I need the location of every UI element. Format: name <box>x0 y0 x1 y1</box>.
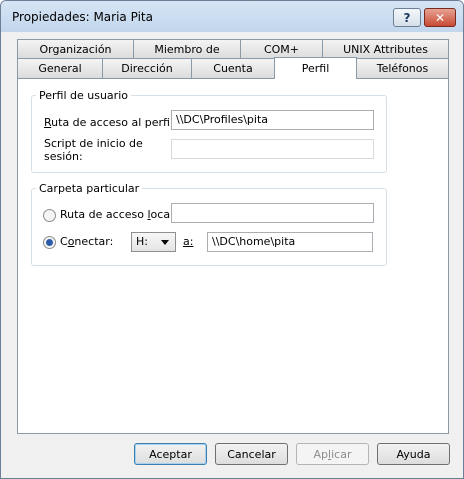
help-title-button[interactable]: ? <box>393 8 421 27</box>
profile-path-label: Ruta de acceso al perfil: <box>44 116 177 129</box>
tab-label: General <box>38 62 82 75</box>
logon-script-input[interactable] <box>171 139 374 159</box>
connect-radio[interactable] <box>43 236 56 249</box>
question-icon: ? <box>403 10 411 25</box>
tab-cuenta[interactable]: Cuenta <box>191 58 275 78</box>
close-icon: ✕ <box>434 10 446 25</box>
home-folder-group-legend: Carpeta particular <box>39 182 140 195</box>
profile-group-legend: Perfil de usuario <box>39 89 128 102</box>
title-bar[interactable]: Propiedades: Maria Pita ? ✕ <box>1 1 463 32</box>
tab-com-plus[interactable]: COM+ <box>240 39 323 58</box>
tab-label: Cuenta <box>213 62 253 75</box>
tab-unix-attributes[interactable]: UNIX Attributes <box>322 39 449 58</box>
close-button[interactable]: ✕ <box>424 8 456 27</box>
local-path-input[interactable] <box>171 203 374 223</box>
tab-label: Teléfonos <box>376 62 429 75</box>
tab-label: UNIX Attributes <box>343 42 428 56</box>
tab-label: Miembro de <box>154 42 220 56</box>
local-path-label: Ruta de acceso local: <box>60 208 177 221</box>
logon-script-label: Script de inicio de sesión: <box>44 137 143 163</box>
chevron-down-icon <box>161 240 169 245</box>
local-path-radio[interactable] <box>43 209 56 222</box>
home-path-input[interactable]: \\DC\home\pita <box>207 232 373 252</box>
tab-direccion[interactable]: Dirección <box>102 58 192 78</box>
tab-label: Organización <box>39 42 112 56</box>
ok-button-label: Aceptar <box>149 447 192 461</box>
cancel-button[interactable]: Cancelar <box>215 443 288 465</box>
tab-panel-perfil: Perfil de usuario Ruta de acceso al perf… <box>17 78 449 434</box>
tab-miembro-de[interactable]: Miembro de <box>133 39 241 58</box>
properties-dialog: Propiedades: Maria Pita ? ✕ Organización… <box>0 0 464 479</box>
profile-path-input[interactable]: \\DC\Profiles\pita <box>171 110 374 130</box>
tab-organizacion[interactable]: Organización <box>17 39 134 58</box>
ok-button[interactable]: Aceptar <box>134 443 207 465</box>
tab-label: Dirección <box>121 62 173 75</box>
home-folder-group: Carpeta particular <box>31 182 387 266</box>
tab-perfil[interactable]: Perfil <box>274 57 357 79</box>
to-label: a: <box>183 235 194 248</box>
apply-button[interactable]: Aplicar <box>296 443 369 465</box>
apply-button-label: Aplicar <box>313 447 352 461</box>
drive-letter-select[interactable]: H: <box>131 232 176 252</box>
help-button-label: Ayuda <box>396 447 431 461</box>
cancel-button-label: Cancelar <box>227 447 276 461</box>
tab-general[interactable]: General <box>17 58 103 78</box>
help-button[interactable]: Ayuda <box>377 443 450 465</box>
tab-telefonos[interactable]: Teléfonos <box>356 58 449 78</box>
tab-label: Perfil <box>301 62 330 75</box>
window-title: Propiedades: Maria Pita <box>12 10 153 24</box>
tab-label: COM+ <box>263 42 300 56</box>
connect-label: Conectar: <box>60 235 114 248</box>
drive-letter-value: H: <box>136 235 148 248</box>
